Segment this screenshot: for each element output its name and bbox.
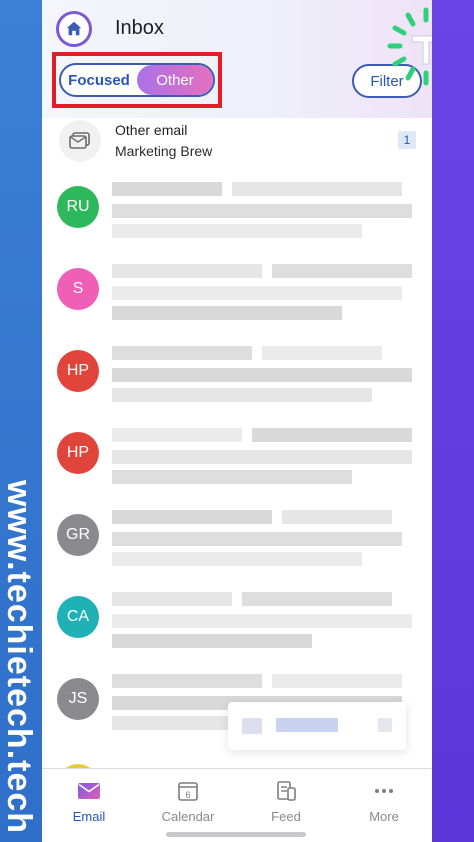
home-button[interactable] (56, 11, 92, 47)
blur-block (112, 674, 262, 688)
tab-calendar[interactable]: 6 Calendar (143, 779, 233, 824)
blur-block (112, 552, 362, 566)
avatar: CA (57, 596, 99, 638)
blur-block (112, 532, 402, 546)
message-row[interactable]: S (42, 252, 432, 334)
blur-block (112, 286, 402, 300)
avatar: HP (57, 432, 99, 474)
blur-block (112, 368, 412, 382)
blur-block (242, 592, 392, 606)
blur-block (112, 510, 272, 524)
blurred-preview (112, 346, 418, 404)
blur-block (112, 346, 252, 360)
tab-label: Email (72, 809, 106, 824)
blur-block (272, 264, 412, 278)
blur-block (112, 428, 242, 442)
other-email-title: Other email (115, 122, 188, 138)
other-email-sender: Marketing Brew (115, 143, 213, 159)
tab-label: Feed (271, 809, 301, 824)
toast-blur-block (378, 718, 392, 732)
message-row[interactable]: HP (42, 334, 432, 416)
blurred-preview (112, 592, 418, 650)
feed-icon (273, 779, 299, 803)
avatar: RU (57, 186, 99, 228)
home-indicator (166, 832, 306, 837)
blur-block (112, 204, 412, 218)
blurred-preview (112, 510, 418, 568)
tab-label: More (369, 809, 399, 824)
message-row[interactable]: RU (42, 170, 432, 252)
toast-blur-block (242, 718, 262, 734)
techietech-logo (387, 7, 432, 86)
email-icon (76, 779, 102, 803)
highlight-annotation (52, 52, 222, 108)
svg-text:6: 6 (185, 790, 190, 800)
blur-block (112, 470, 352, 484)
toast-blur-block (276, 718, 338, 732)
blur-block (112, 614, 412, 628)
message-list: Other email Marketing Brew 1 RU S HP HP … (42, 118, 432, 744)
bottom-tab-bar: Email 6 Calendar Feed More (42, 768, 432, 842)
blur-block (252, 428, 412, 442)
page-title: Inbox (115, 17, 164, 39)
blur-block (112, 592, 232, 606)
blur-block (112, 264, 262, 278)
avatar: GR (57, 514, 99, 556)
avatar: S (57, 268, 99, 310)
tab-label: Calendar (161, 809, 215, 824)
avatar: JS (57, 678, 99, 720)
blur-block (112, 450, 412, 464)
mail-app: Inbox Focused Other Filter Other email M… (42, 0, 432, 842)
more-icon (371, 779, 397, 803)
calendar-icon: 6 (175, 779, 201, 803)
avatar: HP (57, 350, 99, 392)
watermark: www.techietech.tech (0, 480, 38, 835)
blur-block (282, 510, 392, 524)
unread-count-badge: 1 (398, 131, 416, 149)
home-icon (66, 21, 82, 36)
blur-block (112, 634, 312, 648)
message-row[interactable]: CA (42, 580, 432, 662)
blur-block (112, 388, 372, 402)
tab-email[interactable]: Email (44, 779, 134, 824)
blur-block (232, 182, 402, 196)
blur-block (272, 674, 402, 688)
blur-block (112, 306, 342, 320)
tab-feed[interactable]: Feed (241, 779, 331, 824)
blurred-preview (112, 428, 418, 486)
other-email-row[interactable]: Other email Marketing Brew 1 (42, 118, 432, 170)
message-row[interactable]: HP (42, 416, 432, 498)
blur-block (112, 224, 362, 238)
blurred-preview (112, 182, 418, 240)
right-edge-strip (432, 0, 474, 842)
blur-block (112, 182, 222, 196)
tab-more[interactable]: More (339, 779, 429, 824)
blurred-toast[interactable] (228, 702, 406, 750)
mail-stack-icon (59, 120, 101, 162)
blur-block (262, 346, 382, 360)
blurred-preview (112, 264, 418, 322)
message-row[interactable]: GR (42, 498, 432, 580)
